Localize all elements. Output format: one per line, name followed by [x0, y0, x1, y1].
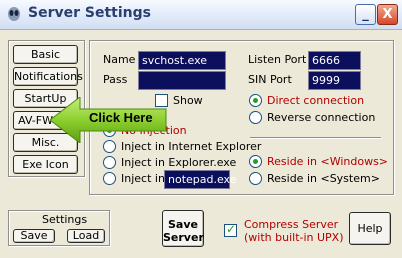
compress-server-label: Compress Server — [244, 218, 339, 231]
inject-in-radio[interactable] — [103, 172, 116, 185]
name-field[interactable]: svchost.exe — [138, 51, 226, 70]
settings-group-title: Settings — [42, 213, 88, 226]
reside-system-radio[interactable] — [249, 172, 262, 185]
minimize-button[interactable]: _ — [355, 4, 376, 25]
reside-system-label: Reside in <System> — [267, 172, 380, 185]
sin-port-field[interactable]: 9999 — [308, 71, 361, 90]
close-button[interactable]: X — [377, 4, 398, 25]
title-bar: Server Settings _ X — [0, 0, 402, 30]
sidebar-item-notifications[interactable]: Notifications — [13, 67, 83, 86]
click-here-label: Click Here — [89, 110, 153, 125]
inject-explorer-radio[interactable] — [103, 156, 116, 169]
pass-label: Pass — [103, 73, 128, 86]
sidebar-item-basic[interactable]: Basic — [13, 45, 78, 64]
listen-port-label: Listen Port — [248, 53, 307, 66]
save-server-button[interactable]: Save Server — [162, 210, 204, 247]
sin-port-label: SIN Port — [248, 73, 292, 86]
show-label: Show — [173, 94, 203, 107]
inject-explorer-label: Inject in Explorer.exe — [121, 156, 237, 169]
save-server-line1: Save — [168, 217, 198, 231]
reverse-connection-label: Reverse connection — [267, 111, 376, 124]
pass-field[interactable] — [138, 71, 226, 90]
sidebar-item-exe-icon[interactable]: Exe Icon — [13, 155, 78, 174]
save-server-line2: Server — [163, 230, 204, 244]
checkmark-icon: ✓ — [226, 222, 237, 236]
alien-app-icon — [8, 7, 20, 21]
separator — [250, 137, 381, 139]
name-label: Name — [103, 53, 136, 66]
reside-windows-label: Reside in <Windows> — [267, 155, 389, 168]
inject-target-field[interactable]: notepad.exe — [164, 170, 237, 189]
direct-connection-label: Direct connection — [267, 94, 365, 107]
compress-server-checkbox[interactable]: ✓ — [224, 222, 237, 237]
compress-upx-label: (with built-in UPX) — [244, 231, 344, 244]
listen-port-field[interactable]: 6666 — [308, 51, 361, 70]
window-title: Server Settings — [28, 5, 151, 21]
inject-in-label: Inject in — [121, 172, 165, 185]
reside-windows-radio[interactable] — [249, 155, 262, 168]
direct-connection-radio[interactable] — [249, 94, 262, 107]
settings-load-button[interactable]: Load — [67, 229, 105, 243]
help-button[interactable]: Help — [349, 212, 391, 245]
settings-save-button[interactable]: Save — [13, 229, 55, 243]
reverse-connection-radio[interactable] — [249, 111, 262, 124]
